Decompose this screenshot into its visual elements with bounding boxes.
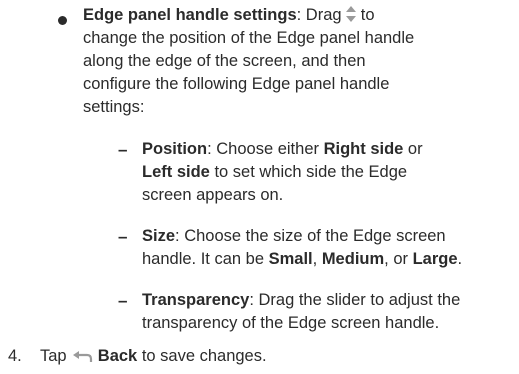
bullet-line-4: configure the following Edge panel handl… (83, 75, 390, 93)
dash-marker: – (118, 291, 128, 310)
back-arrow-icon (71, 347, 93, 370)
size-text: : Choose the size of the Edge screen (175, 227, 446, 245)
left-side-label: Left side (142, 163, 210, 181)
size-text: , (312, 250, 322, 268)
position-text: : Choose either (207, 140, 324, 158)
step-text: to save changes. (137, 347, 267, 365)
size-text: , or (384, 250, 413, 268)
step-text: Tap (40, 347, 72, 365)
transparency-title: Transparency (142, 291, 250, 309)
size-line-1: Size: Choose the size of the Edge screen (142, 225, 514, 248)
up-down-arrows-icon (346, 6, 357, 29)
edge-panel-handle-settings-title: Edge panel handle settings (83, 6, 297, 24)
small-label: Small (268, 250, 313, 268)
dash-marker: – (118, 227, 128, 246)
step-number: 4. (8, 347, 22, 365)
medium-label: Medium (321, 250, 385, 268)
transparency-text: : Drag the slider to adjust the (249, 291, 461, 309)
bullet-line-5: settings: (83, 98, 145, 116)
position-line-2: Left side to set which side the Edge (142, 161, 514, 184)
bullet-dot (58, 16, 67, 25)
bullet-line-3: along the edge of the screen, and then (83, 52, 366, 70)
large-label: Large (412, 250, 458, 268)
size-text: handle. It can be (142, 250, 269, 268)
position-line-1: Position: Choose either Right side or (142, 138, 514, 161)
position-text: or (403, 140, 423, 158)
step-4-text: Tap Back to save changes. (40, 345, 510, 370)
transparency-line-2: transparency of the Edge screen handle. (142, 314, 440, 332)
position-line-3: screen appears on. (142, 186, 284, 204)
transparency-line-1: Transparency: Drag the slider to adjust … (142, 289, 514, 312)
position-title: Position (142, 140, 208, 158)
size-title: Size (142, 227, 176, 245)
position-text: to set which side the Edge (209, 163, 408, 181)
dash-marker: – (118, 140, 128, 159)
bullet-text: to (356, 6, 375, 24)
size-text: . (457, 250, 463, 268)
back-label: Back (97, 347, 138, 365)
size-line-2: handle. It can be Small, Medium, or Larg… (142, 248, 514, 271)
right-side-label: Right side (323, 140, 404, 158)
bullet-line-1: Edge panel handle settings: Drag to (83, 4, 503, 29)
bullet-text: : Drag (296, 6, 342, 24)
bullet-line-2: change the position of the Edge panel ha… (83, 29, 415, 47)
